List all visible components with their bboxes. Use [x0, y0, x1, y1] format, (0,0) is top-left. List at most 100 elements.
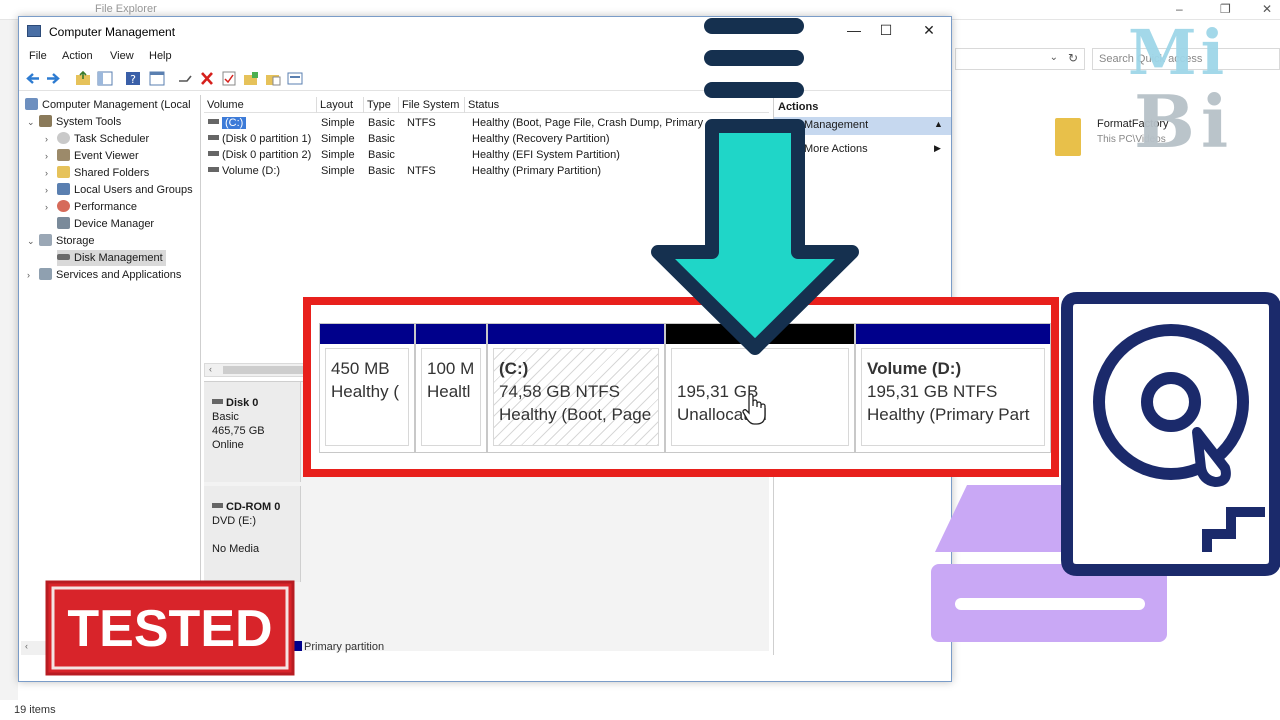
chevron-down-icon[interactable]: ⌄: [27, 114, 39, 130]
help-icon[interactable]: ?: [125, 71, 141, 86]
column-volume[interactable]: Volume: [204, 97, 317, 113]
scroll-left-icon[interactable]: ‹: [25, 641, 28, 651]
mibi-logo: Mi Bi: [1128, 20, 1268, 165]
volume-name: Volume (D:): [222, 165, 281, 177]
properties-panel-icon[interactable]: [149, 71, 165, 86]
arrow-stripe: [704, 82, 804, 98]
cdrom-icon: [212, 503, 223, 508]
tree-item-performance[interactable]: › Performance: [45, 199, 137, 215]
svg-text:?: ?: [130, 73, 136, 86]
volume-name: (C:): [222, 117, 247, 129]
chevron-right-icon[interactable]: ›: [27, 267, 39, 283]
close-button[interactable]: ✕: [914, 22, 944, 39]
menu-file[interactable]: File: [29, 50, 47, 62]
collapse-up-icon[interactable]: ▲: [934, 119, 943, 129]
tree-services[interactable]: › Services and Applications: [27, 267, 181, 283]
partition-body: (C:) 74,58 GB NTFS Healthy (Boot, Page: [493, 348, 659, 446]
tree-item-shared-folders[interactable]: › Shared Folders: [45, 165, 149, 181]
menu-action[interactable]: Action: [62, 50, 93, 62]
drive-icon: [208, 167, 219, 172]
back-arrow-icon[interactable]: [25, 71, 41, 86]
volume-cell: (Disk 0 partition 2): [208, 147, 311, 163]
partition-bar: [488, 324, 664, 344]
partition-name: (C:): [499, 359, 529, 378]
tree-item-label: Local Users and Groups: [74, 184, 193, 196]
chevron-right-icon[interactable]: ▶: [934, 143, 941, 154]
tree-item-task-scheduler[interactable]: › Task Scheduler: [45, 131, 149, 147]
disk-0-state: Online: [212, 439, 244, 451]
checklist-icon[interactable]: [221, 71, 237, 86]
forward-arrow-icon[interactable]: [45, 71, 61, 86]
folder-options-icon[interactable]: [265, 71, 281, 86]
drive-icon: [208, 119, 219, 124]
chevron-right-icon[interactable]: ›: [45, 182, 57, 198]
up-folder-icon[interactable]: [75, 71, 91, 86]
layout-cell: Simple: [321, 117, 355, 129]
volume-cell: Volume (D:): [208, 163, 280, 179]
disk-case: [1061, 292, 1280, 576]
tested-stamp: TESTED: [45, 580, 295, 676]
column-layout[interactable]: Layout: [317, 97, 364, 113]
chevron-right-icon[interactable]: ›: [45, 199, 57, 215]
column-type[interactable]: Type: [364, 97, 399, 113]
window-title: Computer Management: [49, 25, 176, 39]
partition-body: 100 M Healtl: [421, 348, 481, 446]
tree-item-disk-management[interactable]: Disk Management: [57, 250, 166, 266]
volume-cell: (C:): [208, 115, 247, 131]
tree-item-event-viewer[interactable]: › Event Viewer: [45, 148, 139, 164]
drive-icon: [208, 135, 219, 140]
partition-status: Healtl: [427, 382, 471, 401]
menu-help[interactable]: Help: [149, 50, 172, 62]
scroll-left-icon[interactable]: ‹: [209, 364, 212, 374]
menu-view[interactable]: View: [110, 50, 134, 62]
restore-icon[interactable]: ❐: [1220, 2, 1231, 16]
scroll-thumb[interactable]: [223, 366, 313, 374]
partition-body: 450 MB Healthy (: [325, 348, 409, 446]
partition-block[interactable]: 100 M Healtl: [415, 323, 487, 453]
tree-disk-management-label: Disk Management: [74, 252, 163, 264]
close-icon[interactable]: ✕: [1262, 2, 1272, 16]
chevron-right-icon[interactable]: ›: [45, 165, 57, 181]
show-hide-tree-icon[interactable]: [97, 71, 113, 86]
volume-name: (Disk 0 partition 1): [222, 133, 312, 145]
cdrom-type: DVD (E:): [212, 515, 256, 527]
stamp-text: TESTED: [67, 600, 272, 658]
tree-storage[interactable]: ⌄ Storage: [27, 233, 95, 249]
disk-0-type: Basic: [212, 411, 239, 423]
partition-status: Healthy (Boot, Page: [499, 405, 652, 424]
tree-item-local-users[interactable]: › Local Users and Groups: [45, 182, 193, 198]
view-icon[interactable]: [287, 71, 303, 86]
partition-status: Healthy (: [331, 382, 400, 401]
minimize-icon[interactable]: –: [1176, 2, 1183, 16]
connect-icon[interactable]: [177, 71, 193, 86]
tree-root[interactable]: Computer Management (Local: [25, 97, 191, 113]
partition-block[interactable]: 450 MB Healthy (: [319, 323, 415, 453]
chevron-right-icon[interactable]: ›: [45, 148, 57, 164]
chevron-right-icon[interactable]: ›: [45, 131, 57, 147]
hard-disk-icon: [931, 292, 1280, 642]
column-file-system[interactable]: File System: [399, 97, 465, 113]
delete-icon[interactable]: [199, 71, 215, 86]
services-icon: [39, 268, 52, 280]
address-bar[interactable]: ⌄ ↻: [955, 48, 1085, 70]
layout-cell: Simple: [321, 149, 355, 161]
maximize-button[interactable]: ☐: [871, 22, 901, 39]
volume-cell: (Disk 0 partition 1): [208, 131, 311, 147]
tree-item-label: Shared Folders: [74, 167, 150, 179]
logo-line-1: Mi: [1128, 16, 1229, 89]
partition-block[interactable]: (C:) 74,58 GB NTFS Healthy (Boot, Page: [487, 323, 665, 453]
status-cell: Healthy (Recovery Partition): [472, 133, 610, 145]
tree-root-label: Computer Management (Local: [42, 99, 191, 111]
fs-cell: NTFS: [407, 117, 436, 129]
new-folder-icon[interactable]: [243, 71, 259, 86]
chevron-down-icon[interactable]: ⌄: [1050, 52, 1058, 63]
cdrom-media: No Media: [212, 543, 260, 555]
disk-0-label[interactable]: Disk 0 Basic 465,75 GB Online: [204, 382, 301, 482]
folder-icon[interactable]: [1055, 118, 1081, 156]
users-icon: [57, 183, 70, 195]
chevron-down-icon[interactable]: ⌄: [27, 233, 39, 249]
tree-system-tools[interactable]: ⌄ System Tools: [27, 114, 121, 130]
cdrom-label[interactable]: CD-ROM 0 DVD (E:) No Media: [204, 486, 301, 582]
refresh-icon[interactable]: ↻: [1068, 51, 1078, 65]
tree-item-device-manager[interactable]: Device Manager: [57, 216, 154, 232]
